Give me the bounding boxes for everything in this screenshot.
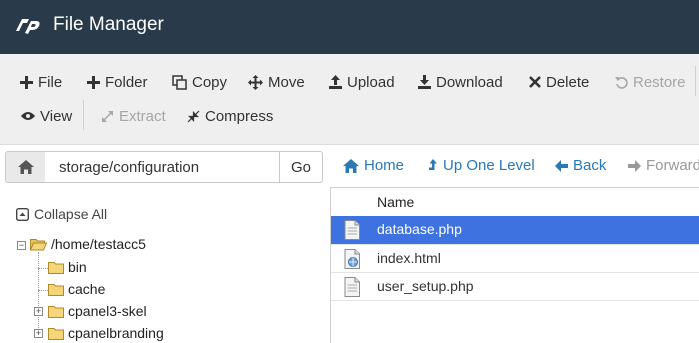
collapse-icon xyxy=(16,207,29,221)
compress-button[interactable]: Compress xyxy=(187,104,273,128)
home-link[interactable]: Home xyxy=(343,157,404,174)
php-file-icon xyxy=(344,277,360,297)
home-directory-button[interactable] xyxy=(5,151,46,183)
new-folder-button[interactable]: Folder xyxy=(87,70,148,94)
level-up-icon xyxy=(429,158,437,170)
download-icon xyxy=(418,75,431,89)
tree-connector xyxy=(38,252,39,336)
eye-icon xyxy=(21,112,35,120)
extract-label: Extract xyxy=(119,107,166,125)
tree-node-cache[interactable]: cache xyxy=(48,281,105,297)
folder-open-icon xyxy=(30,238,47,250)
move-button[interactable]: Move xyxy=(248,70,305,94)
folder-icon xyxy=(48,283,64,296)
file-list-header: Name xyxy=(331,188,699,217)
delete-button[interactable]: Delete xyxy=(529,70,589,94)
row-divider xyxy=(331,300,699,301)
app-title: File Manager xyxy=(53,14,164,35)
restore-icon xyxy=(615,76,628,89)
extract-button[interactable]: Extract xyxy=(101,104,166,128)
tree-node-cpanelbranding[interactable]: cpanelbranding xyxy=(48,325,164,341)
toolbar: File Folder Copy Move Upload Download De… xyxy=(0,54,699,145)
folder-icon xyxy=(48,305,64,318)
file-row[interactable]: user_setup.php xyxy=(331,273,699,301)
tree-connector xyxy=(38,290,48,291)
html-file-icon xyxy=(344,249,360,269)
tree-expand-toggle[interactable]: + xyxy=(34,329,43,338)
forward-link[interactable]: Forward xyxy=(628,157,699,174)
new-file-label: File xyxy=(38,73,63,91)
restore-label: Restore xyxy=(633,73,686,91)
toolbar-divider xyxy=(83,100,84,130)
app-header: File Manager xyxy=(0,0,699,54)
cpanel-logo-icon xyxy=(16,19,40,34)
tree-node-label: bin xyxy=(68,259,87,275)
file-row[interactable]: database.php xyxy=(331,216,699,244)
plus-icon xyxy=(87,75,100,89)
file-list: Name database.php index.html user_setup.… xyxy=(330,187,699,343)
home-link-label: Home xyxy=(364,157,405,174)
tree-node-root[interactable]: /home/testacc5 xyxy=(30,236,146,252)
view-button[interactable]: View xyxy=(21,104,72,128)
tree-node-label: cache xyxy=(68,281,106,297)
home-icon xyxy=(343,158,359,173)
toolbar-divider xyxy=(695,66,696,96)
tree-node-cpanel3-skel[interactable]: cpanel3-skel xyxy=(48,303,147,319)
up-one-level-link[interactable]: Up One Level xyxy=(428,157,535,174)
view-label: View xyxy=(40,107,73,125)
collapse-all-link[interactable]: Collapse All xyxy=(16,206,107,222)
back-label: Back xyxy=(573,157,607,174)
folder-icon xyxy=(48,327,64,340)
path-input[interactable] xyxy=(45,151,280,183)
tree-node-bin[interactable]: bin xyxy=(48,259,87,275)
tree-expand-toggle[interactable]: + xyxy=(34,307,43,316)
folder-icon xyxy=(48,261,64,274)
tree-connector xyxy=(38,268,48,269)
arrow-right-icon xyxy=(628,159,641,172)
file-name: database.php xyxy=(377,221,462,237)
new-file-button[interactable]: File xyxy=(20,70,62,94)
compress-label: Compress xyxy=(205,107,274,125)
arrow-left-icon xyxy=(555,159,568,172)
collapse-all-label: Collapse All xyxy=(34,206,108,222)
copy-button[interactable]: Copy xyxy=(172,70,227,94)
move-arrows-icon xyxy=(248,74,263,90)
download-label: Download xyxy=(436,73,503,91)
up-one-level-label: Up One Level xyxy=(443,157,535,174)
move-label: Move xyxy=(268,73,305,91)
tree-collapse-toggle[interactable]: − xyxy=(17,241,26,250)
back-link[interactable]: Back xyxy=(555,157,606,174)
go-button[interactable]: Go xyxy=(279,151,323,183)
file-row[interactable]: index.html xyxy=(331,245,699,273)
copy-icon xyxy=(172,74,187,90)
compress-icon xyxy=(187,110,200,122)
tree-node-label: cpanel3-skel xyxy=(68,303,147,319)
upload-label: Upload xyxy=(347,73,395,91)
delete-label: Delete xyxy=(546,73,590,91)
expand-icon xyxy=(102,110,113,122)
copy-label: Copy xyxy=(192,73,228,91)
php-file-icon xyxy=(344,220,360,240)
restore-button[interactable]: Restore xyxy=(615,70,686,94)
close-x-icon xyxy=(529,76,541,88)
upload-button[interactable]: Upload xyxy=(329,70,395,94)
forward-label: Forward xyxy=(646,157,699,174)
tree-node-label: cpanelbranding xyxy=(68,325,164,341)
plus-icon xyxy=(20,75,33,89)
upload-icon xyxy=(329,75,342,89)
download-button[interactable]: Download xyxy=(418,70,503,94)
file-name: user_setup.php xyxy=(377,278,474,294)
tree-node-label: /home/testacc5 xyxy=(51,236,146,252)
new-folder-label: Folder xyxy=(105,73,148,91)
column-header-name[interactable]: Name xyxy=(377,194,414,210)
file-name: index.html xyxy=(377,250,441,266)
home-icon xyxy=(17,160,34,174)
